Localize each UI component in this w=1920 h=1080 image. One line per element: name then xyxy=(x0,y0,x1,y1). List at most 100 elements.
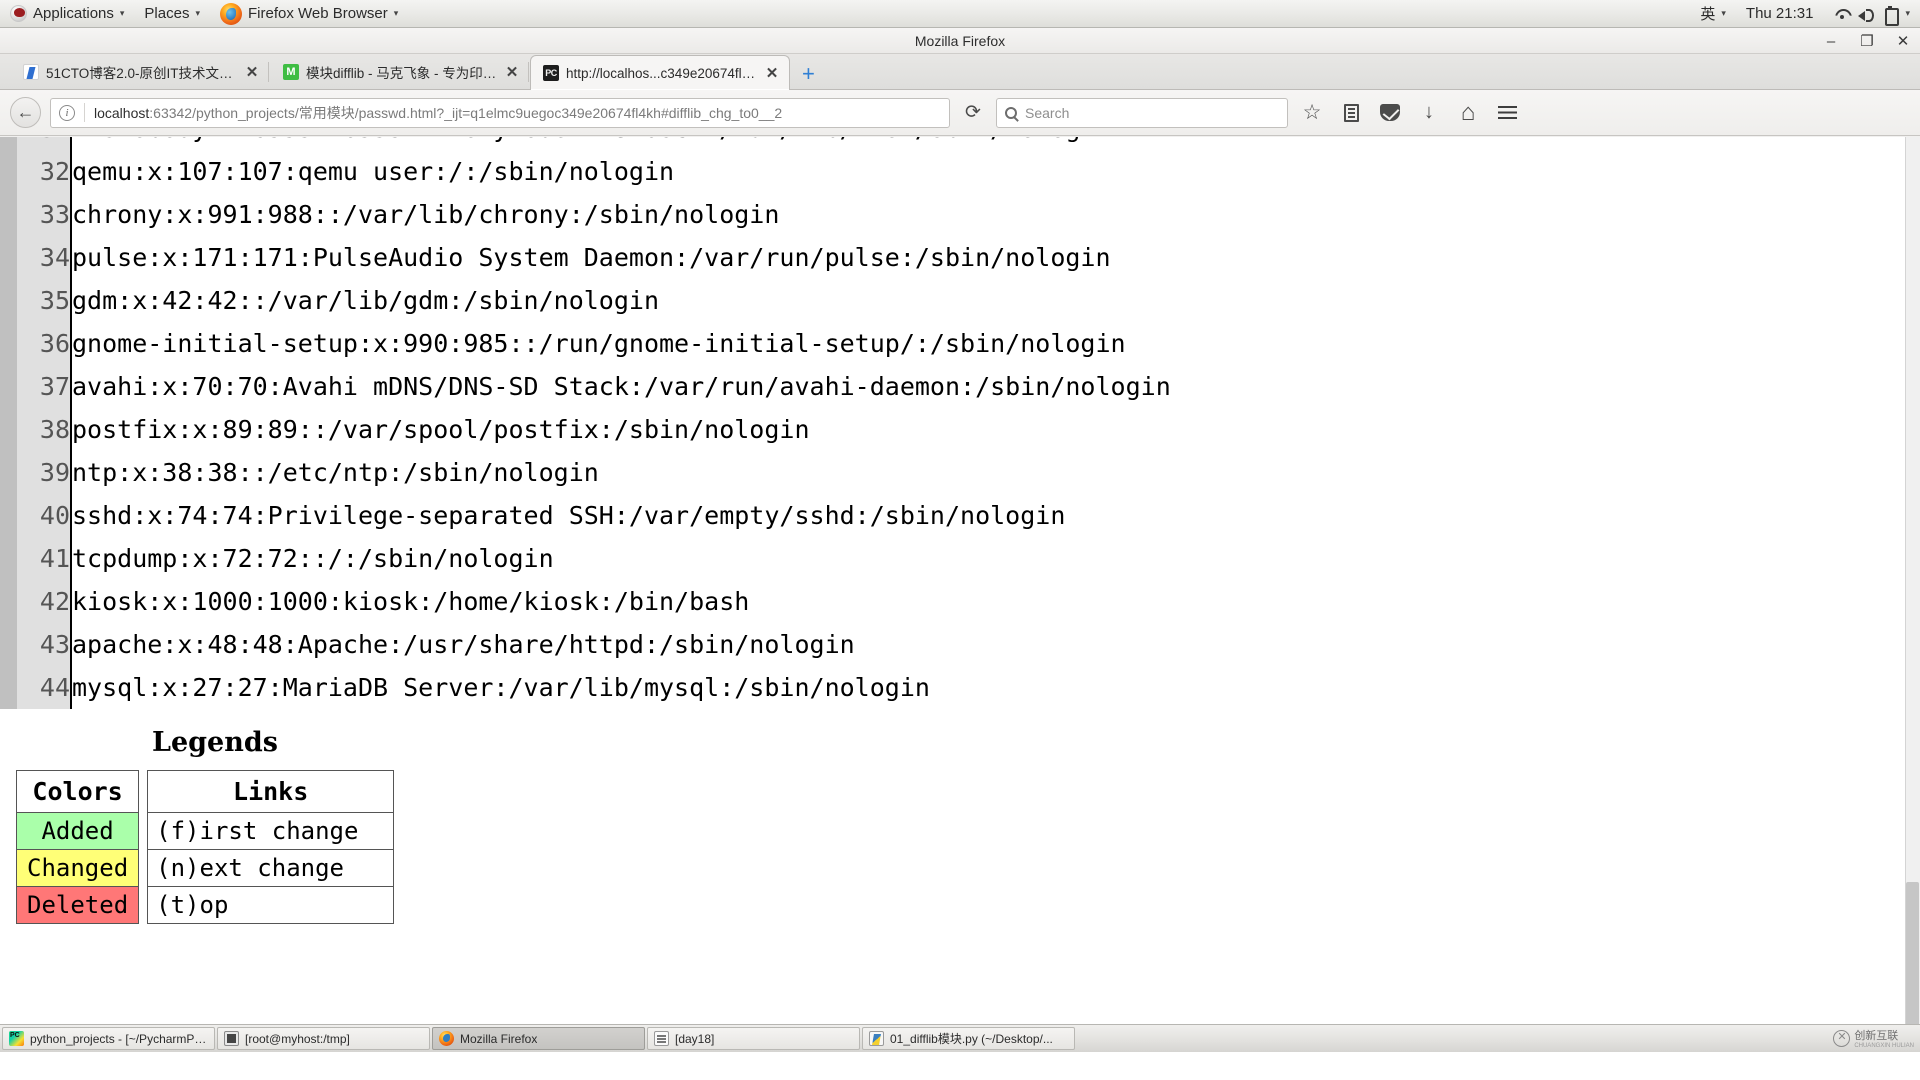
taskbar-item[interactable]: [root@myhost:/tmp] xyxy=(217,1027,430,1050)
diff-line-text: pulse:x:171:171:PulseAudio System Daemon… xyxy=(72,243,1111,272)
bookmark-star-icon[interactable] xyxy=(1297,98,1327,128)
search-bar[interactable]: Search xyxy=(996,97,1288,128)
window-taskbar: python_projects - [~/PycharmProj... [root… xyxy=(0,1024,1920,1052)
diff-next-marker xyxy=(0,494,17,537)
python-file-icon xyxy=(869,1031,884,1046)
tab-strip: 51CTO博客2.0-原创IT技术文章... ✕ M 模块difflib - 马… xyxy=(0,54,1920,90)
diff-next-marker xyxy=(0,451,17,494)
diff-line-text: apache:x:48:48:Apache:/usr/share/httpd:/… xyxy=(72,630,855,659)
diff-line-number: 43 xyxy=(17,623,72,666)
diff-row: 38 postfix:x:89:89::/var/spool/postfix:/s… xyxy=(0,408,1171,451)
wifi-icon xyxy=(1833,6,1851,22)
diff-next-marker xyxy=(0,150,17,193)
taskbar-item-label: 01_difflib模块.py (~/Desktop/... xyxy=(890,1032,1053,1046)
hamburger-menu-icon[interactable] xyxy=(1492,98,1522,128)
diff-line-text: ntp:x:38:38::/etc/ntp:/sbin/nologin xyxy=(72,458,599,487)
browser-tab-localhost-diff[interactable]: PC http://localhos...c349e20674fl4kh ✕ xyxy=(530,55,790,90)
diff-row: 36 gnome-initial-setup:x:990:985::/run/gn… xyxy=(0,322,1171,365)
legend-colors-header: Colors xyxy=(15,770,140,813)
document-icon xyxy=(654,1031,669,1046)
firefox-window-menu-label: Firefox Web Browser xyxy=(247,5,388,22)
applications-menu[interactable]: Applications ▾ xyxy=(0,0,134,28)
downloads-icon[interactable] xyxy=(1414,98,1444,128)
diff-line-number: 31 xyxy=(17,137,72,150)
taskbar-item-label: [root@myhost:/tmp] xyxy=(245,1031,350,1046)
desktop-top-panel: Applications ▾ Places ▾ Firefox Web Brow… xyxy=(0,0,1920,28)
diff-line-text: qemu:x:107:107:qemu user:/:/sbin/nologin xyxy=(72,157,675,186)
close-button[interactable]: ✕ xyxy=(1892,30,1914,52)
taskbar-item-label: python_projects - [~/PycharmProj... xyxy=(30,1031,208,1046)
reload-button[interactable]: ⟳ xyxy=(959,99,987,127)
maximize-button[interactable]: ❐ xyxy=(1856,30,1878,52)
url-divider xyxy=(84,103,85,122)
taskbar-item[interactable]: 01_difflib模块.py (~/Desktop/... xyxy=(862,1027,1075,1050)
pocket-icon[interactable] xyxy=(1375,98,1405,128)
diff-table: 31nfsnobody:x:65534:65534:Anonymous NFS … xyxy=(0,137,1171,709)
diff-next-marker xyxy=(0,580,17,623)
firefox-icon xyxy=(219,2,242,25)
legends-title: Legends xyxy=(152,727,278,758)
diff-line-number: 41 xyxy=(17,537,72,580)
firefox-icon xyxy=(439,1031,454,1046)
diff-line-text: postfix:x:89:89::/var/spool/postfix:/sbi… xyxy=(72,415,810,444)
clock-label: Thu 21:31 xyxy=(1745,5,1814,22)
diff-line-text: mysql:x:27:27:MariaDB Server:/var/lib/my… xyxy=(72,673,930,702)
legend-link[interactable]: (f)irst change xyxy=(147,812,395,850)
diff-row: 35 gdm:x:42:42::/var/lib/gdm:/sbin/nologi… xyxy=(0,279,1171,322)
legend-link[interactable]: (n)ext change xyxy=(147,849,395,887)
site-info-icon[interactable]: i xyxy=(59,104,75,121)
battery-icon xyxy=(1881,5,1900,26)
brand-logo-icon xyxy=(1833,1029,1851,1047)
tab-close-icon[interactable]: ✕ xyxy=(764,64,780,82)
page-scrollbar[interactable] xyxy=(1905,137,1920,1052)
places-menu[interactable]: Places ▾ xyxy=(134,0,210,28)
window-title: Mozilla Firefox xyxy=(914,32,1006,49)
legend-color-row: Changed xyxy=(15,849,140,887)
legend-links-header: Links xyxy=(147,770,395,813)
taskbar-item[interactable]: python_projects - [~/PycharmProj... xyxy=(2,1027,215,1050)
navigation-toolbar: ← i localhost:63342/python_projects/常用模块… xyxy=(0,90,1920,136)
back-button[interactable]: ← xyxy=(10,97,41,128)
places-menu-label: Places xyxy=(144,5,190,22)
input-method-indicator[interactable]: 英 ▾ xyxy=(1690,0,1736,28)
reader-list-icon[interactable] xyxy=(1336,98,1366,128)
diff-line-text: kiosk:x:1000:1000:kiosk:/home/kiosk:/bin… xyxy=(72,587,750,616)
home-icon[interactable] xyxy=(1453,98,1483,128)
legend-color-swatch: Deleted xyxy=(15,886,140,924)
brand-label: 创新互联 CHUANGXIN HULIAN xyxy=(1854,1030,1914,1049)
window-titlebar: Mozilla Firefox – ❐ ✕ xyxy=(0,28,1920,54)
url-path: :63342/python_projects/常用模块/passwd.html?… xyxy=(149,104,783,121)
diff-row: 31nfsnobody:x:65534:65534:Anonymous NFS … xyxy=(0,137,1171,150)
diff-line-text: gdm:x:42:42::/var/lib/gdm:/sbin/nologin xyxy=(72,286,659,315)
firefox-window-menu[interactable]: Firefox Web Browser ▾ xyxy=(210,0,408,28)
diff-next-marker xyxy=(0,279,17,322)
maxiang-favicon-icon: M xyxy=(283,64,299,80)
pycharm-icon xyxy=(9,1031,24,1046)
clock[interactable]: Thu 21:31 xyxy=(1736,0,1824,28)
diff-next-marker xyxy=(0,193,17,236)
page-scrollbar-thumb[interactable] xyxy=(1906,882,1919,1032)
minimize-button[interactable]: – xyxy=(1820,30,1842,52)
taskbar-item[interactable]: Mozilla Firefox xyxy=(432,1027,645,1050)
tab-close-icon[interactable]: ✕ xyxy=(244,63,260,81)
diff-row: 40 sshd:x:74:74:Privilege-separated SSH:/… xyxy=(0,494,1171,537)
legend-link[interactable]: (t)op xyxy=(147,886,395,924)
tab-title: 模块difflib - 马克飞象 - 专为印象... xyxy=(306,66,497,81)
chevron-down-icon: ▾ xyxy=(1905,8,1910,18)
browser-tab-51cto[interactable]: 51CTO博客2.0-原创IT技术文章... ✕ xyxy=(10,55,270,89)
taskbar-item-label: Mozilla Firefox xyxy=(460,1031,538,1046)
browser-tab-maxiang[interactable]: M 模块difflib - 马克飞象 - 专为印象... ✕ xyxy=(270,55,530,89)
diff-line-text: sshd:x:74:74:Privilege-separated SSH:/va… xyxy=(72,501,1066,530)
diff-row: 39 ntp:x:38:38::/etc/ntp:/sbin/nologin xyxy=(0,451,1171,494)
page-viewport: 31nfsnobody:x:65534:65534:Anonymous NFS … xyxy=(0,137,1920,1052)
legend-link-row: (t)op xyxy=(147,886,395,924)
chevron-down-icon: ▾ xyxy=(119,8,125,18)
chevron-down-icon: ▾ xyxy=(195,8,200,18)
system-status-menu[interactable]: ▾ xyxy=(1823,0,1920,28)
taskbar-item[interactable]: [day18] xyxy=(647,1027,860,1050)
diff-line-number: 32 xyxy=(17,150,72,193)
tab-close-icon[interactable]: ✕ xyxy=(504,63,520,81)
new-tab-button[interactable]: + xyxy=(790,63,827,89)
brand-sub-label: CHUANGXIN HULIAN xyxy=(1854,1043,1914,1049)
url-bar[interactable]: i localhost:63342/python_projects/常用模块/p… xyxy=(50,97,950,128)
